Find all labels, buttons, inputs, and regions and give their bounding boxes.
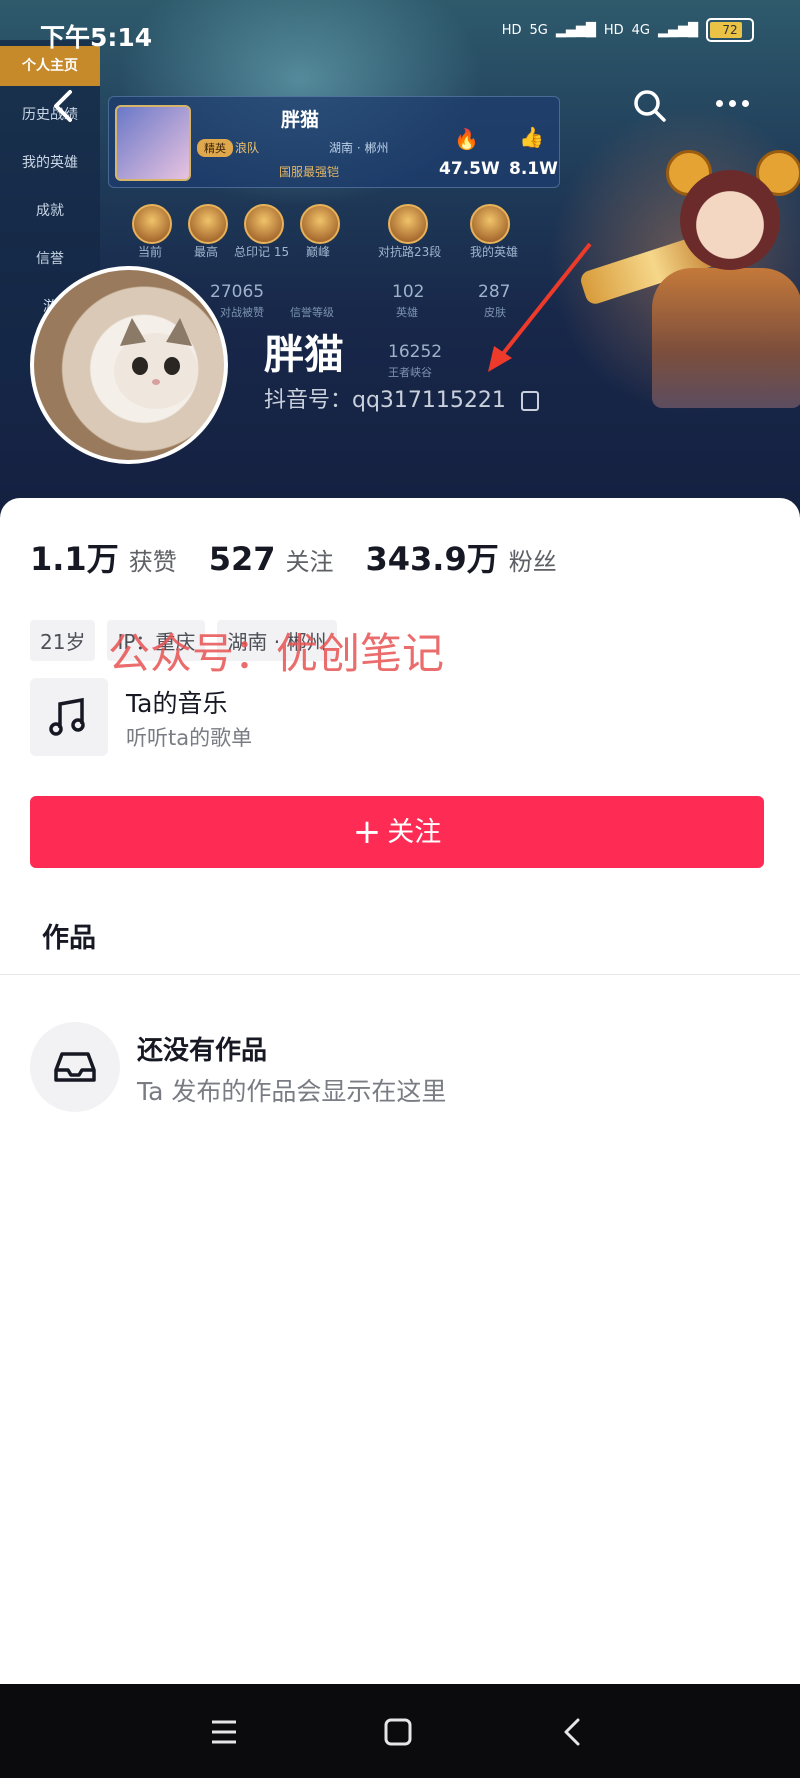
search-icon xyxy=(634,90,666,122)
music-title: Ta的音乐 xyxy=(126,689,228,718)
inbox-icon xyxy=(30,1022,120,1112)
search-button[interactable] xyxy=(630,86,670,126)
status-time: 下午5:14 xyxy=(40,23,153,52)
music-entry[interactable]: Ta的音乐 听听ta的歌单 xyxy=(30,678,770,756)
empty-state: 还没有作品 Ta 发布的作品会显示在这里 xyxy=(30,1022,770,1114)
stat-following[interactable]: 527 关注 xyxy=(209,540,334,578)
cat-photo xyxy=(114,318,198,409)
signal-icon: ▂▄▆█ xyxy=(555,22,596,38)
stats-row: 1.1万 获赞 527 关注 343.9万 粉丝 xyxy=(30,534,557,580)
home-icon[interactable] xyxy=(376,1710,420,1754)
plus-icon: + xyxy=(352,812,382,852)
back-button[interactable] xyxy=(44,86,84,126)
watermark-text: 公众号：优创笔记 xyxy=(108,629,445,678)
stat-label: 粉丝 xyxy=(508,548,557,576)
network-4g: 4G xyxy=(631,22,650,38)
stat-value: 527 xyxy=(208,540,276,578)
more-button[interactable] xyxy=(716,92,760,120)
music-note-icon xyxy=(30,678,108,756)
empty-title: 还没有作品 xyxy=(137,1036,268,1066)
status-icons: HD 5G ▂▄▆█ HD 4G ▂▄▆█ 72 xyxy=(502,18,754,42)
nav-back-icon[interactable] xyxy=(550,1710,594,1754)
music-subtitle: 听听ta的歌单 xyxy=(126,726,253,750)
battery-icon: 72 xyxy=(706,18,754,42)
stat-label: 关注 xyxy=(285,548,334,576)
system-nav-bar xyxy=(0,1684,800,1778)
follow-label: 关注 xyxy=(387,817,442,848)
back-icon xyxy=(54,90,72,122)
username: 胖猫 xyxy=(264,332,344,378)
tab-works[interactable]: 作品 xyxy=(42,916,96,955)
stat-likes[interactable]: 1.1万 获赞 xyxy=(30,534,177,580)
profile-sheet: 1.1万 获赞 527 关注 343.9万 粉丝 21岁 IP：重庆 湖南 · 郴州 … xyxy=(0,498,800,1684)
divider xyxy=(0,974,800,975)
follow-button[interactable]: + 关注 xyxy=(30,796,764,868)
hd-icon: HD xyxy=(603,22,624,38)
more-icon xyxy=(716,92,755,111)
menu-icon[interactable] xyxy=(202,1710,246,1754)
douyin-id[interactable]: 抖音号：qq317115221 xyxy=(264,382,539,414)
copy-icon[interactable] xyxy=(520,391,539,411)
stat-value: 1.1万 xyxy=(30,540,119,578)
avatar[interactable] xyxy=(30,266,228,464)
signal-icon: ▂▄▆█ xyxy=(658,22,698,38)
battery-level: 72 xyxy=(722,23,738,37)
stat-label: 获赞 xyxy=(128,548,177,576)
douyin-id-text: 抖音号：qq317115221 xyxy=(264,388,506,413)
empty-subtitle: Ta 发布的作品会显示在这里 xyxy=(137,1077,447,1106)
stat-value: 343.9万 xyxy=(365,540,499,578)
age-chip: 21岁 xyxy=(30,620,96,661)
stat-followers[interactable]: 343.9万 粉丝 xyxy=(366,534,557,580)
network-5g: 5G xyxy=(529,22,548,38)
hd-icon: HD xyxy=(501,22,522,38)
status-bar: 下午5:14 HD 5G ▂▄▆█ HD 4G ▂▄▆█ 72 xyxy=(0,0,800,60)
